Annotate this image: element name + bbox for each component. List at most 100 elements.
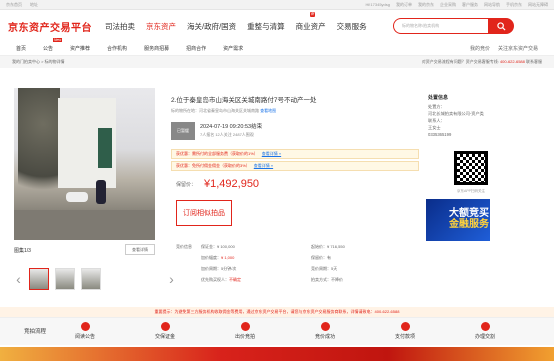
document-icon xyxy=(80,322,90,331)
site-logo[interactable]: 京东资产交易平台 xyxy=(8,19,92,34)
thumbnail[interactable] xyxy=(81,268,101,290)
nav-trade-services[interactable]: 交易服务 xyxy=(337,21,367,32)
site-nav-link[interactable]: 网站导航 xyxy=(484,2,500,8)
my-jd-link[interactable]: 我的京东 xyxy=(418,2,434,8)
process-step-label: 竞价成功 xyxy=(314,334,335,340)
mobile-jd-link[interactable]: 手机京东 xyxy=(506,2,522,8)
promo-notice-2-text: 获优惠：免所付佣金佣金（获取价的3%） xyxy=(176,163,250,168)
new-tag: New xyxy=(53,38,63,42)
process-step-label: 阅读公告 xyxy=(74,334,95,340)
detail-field: 起始价：¥ 716,550 xyxy=(311,244,421,250)
photo-person xyxy=(96,180,106,204)
process-step-label: 出价竞拍 xyxy=(234,334,255,340)
new-badge: 新 xyxy=(309,11,316,17)
seller-contact-label: 联系人： xyxy=(428,117,445,123)
process-step-read: 阅读公告 xyxy=(60,322,110,340)
subnav-recruit[interactable]: 服务商招募 xyxy=(144,45,169,52)
view-details-button[interactable]: 查看详情 xyxy=(125,244,155,255)
breadcrumb-path[interactable]: 我的门拍卖中心 > 标的物详情 xyxy=(12,59,65,65)
gallery-counter: 图集1/3 xyxy=(14,248,31,254)
promo-notice-2-link[interactable]: 查看详情 » xyxy=(254,163,273,169)
subnav-home[interactable]: 首页 xyxy=(16,45,26,52)
search-input[interactable]: 标的物名称/拍卖机构 xyxy=(393,18,488,34)
process-step-win: 竞价成功 xyxy=(300,322,350,340)
detail-key: 保留价： xyxy=(311,255,327,260)
follow-dropdown[interactable]: 关注京东资产交易 xyxy=(498,45,538,52)
process-step-pay: 支付款项 xyxy=(380,322,430,340)
detail-field: 拍卖方式：不降价 xyxy=(311,277,421,283)
detail-value: 有 xyxy=(327,255,331,260)
process-step-deposit: 交保证金 xyxy=(140,322,190,340)
my-orders-link[interactable]: 我的订单 xyxy=(396,2,412,8)
nav-commercial-label: 商业资产 xyxy=(295,21,326,31)
finance-banner[interactable]: 大额竞买 金融服务 xyxy=(426,199,490,241)
search-button[interactable] xyxy=(488,18,514,34)
detail-value: 5分钟/次 xyxy=(221,266,237,271)
item-address-text: 标的物所在地：河北省秦皇岛市山海关区关城南路 xyxy=(171,108,259,113)
detail-value: 不确定 xyxy=(229,277,241,282)
item-main-photo[interactable] xyxy=(14,88,155,240)
subnav-recommend[interactable]: 资产推荐 xyxy=(70,45,90,52)
thumbnail[interactable] xyxy=(55,268,75,290)
end-time: 2024-07-19 09:20:53结束 xyxy=(200,124,263,130)
photo-sack xyxy=(66,192,88,202)
subnav-partners[interactable]: 合作机构 xyxy=(107,45,127,52)
seller-org[interactable]: 河北长城拍卖有限公司-资产类 xyxy=(428,110,488,117)
subnav-announcements-label: 公告 xyxy=(43,46,54,52)
nav-restructuring[interactable]: 重整与清算 xyxy=(247,21,285,32)
detail-value: ¥ 1,000 xyxy=(221,255,235,260)
price-label: 保留价： xyxy=(176,182,197,188)
hotline-info: 对资产交易流程有问题？资产交易客服专线: 400-622-6588 联系客服 xyxy=(422,59,542,65)
seller-phone: 0335365199 xyxy=(428,132,452,138)
item-address: 标的物所在地：河北省秦皇岛市山海关区关城南路 查看地图 xyxy=(171,108,276,114)
nav-customs-gov[interactable]: 海关/政府/国资 xyxy=(187,21,236,32)
subscribe-similar-button[interactable]: 订阅相似拍品 xyxy=(176,200,232,226)
handover-icon xyxy=(480,322,490,331)
chevron-left-icon[interactable]: ‹ xyxy=(14,271,23,287)
qr-caption: 京东APP扫码关注 xyxy=(456,189,485,193)
promo-notice-2: 获优惠：免所付佣金佣金（获取价的3%） 查看详情 » xyxy=(171,161,419,171)
detail-key: 起始价： xyxy=(311,244,327,249)
trophy-icon xyxy=(320,322,330,331)
my-bids-dropdown[interactable]: 我的竞价 xyxy=(470,45,490,52)
payment-icon xyxy=(400,322,410,331)
detail-field: 优先购买权人：不确定 xyxy=(201,277,311,283)
enterprise-link[interactable]: 企业采购 xyxy=(440,2,456,8)
seller-title: 处置信息 xyxy=(428,95,449,101)
chevron-right-icon[interactable]: › xyxy=(167,271,176,287)
seller-org-label: 处置方： xyxy=(428,103,445,109)
hotline-number: 400-622-6588 xyxy=(499,59,525,64)
promo-notice-1: 获优惠：需所付的全部服务费（获取价的1%） 查看详情 » xyxy=(171,149,419,159)
nav-jd-assets[interactable]: 京东资产 xyxy=(146,21,176,32)
customer-service-link[interactable]: 客户服务 xyxy=(462,2,478,8)
detail-key: 拍卖方式： xyxy=(311,277,331,282)
subnav-announcements[interactable]: 公告 New xyxy=(43,38,63,52)
promo-notice-1-link[interactable]: 查看详情 » xyxy=(262,151,281,157)
accessibility-link[interactable]: 网站无障碍 xyxy=(528,2,548,8)
photo-ground xyxy=(14,210,155,240)
subnav-cooperation[interactable]: 招商合作 xyxy=(186,45,206,52)
promo-banner-strip[interactable] xyxy=(0,347,554,361)
seller-contact: 王女士 xyxy=(428,124,441,130)
price-value: ¥1,492,950 xyxy=(204,178,260,190)
process-step-bid: 出价竞拍 xyxy=(220,322,270,340)
location-link[interactable]: 地址 xyxy=(30,2,38,8)
top-utility-bar: 京东首页 地址 Hi!17345ydsg 我的订单 我的京东 企业采购 客户服务… xyxy=(0,0,554,10)
item-title: 2.位于秦皇岛市山海关区关城南路付7号不动产一处 xyxy=(171,97,317,104)
detail-value: 5天 xyxy=(331,266,338,271)
contact-service-link[interactable]: 联系客服 xyxy=(526,59,542,64)
nav-judicial-auction[interactable]: 司法拍卖 xyxy=(105,21,135,32)
detail-key: 加价幅度： xyxy=(201,255,221,260)
thumbnail[interactable] xyxy=(29,268,49,290)
view-map-link[interactable]: 查看地图 xyxy=(260,108,276,113)
subnav-demand[interactable]: 资产需求 xyxy=(223,45,243,52)
user-greeting[interactable]: Hi!17345ydsg xyxy=(366,2,390,8)
detail-value: 不降价 xyxy=(331,277,343,282)
photo-tree xyxy=(18,88,60,208)
detail-key: 竞价周期： xyxy=(311,266,331,271)
item-stats: 7人报名 12人关注 2487人围观 xyxy=(200,132,254,137)
warning-bar: 重要提示：为避免第三方服务机构收取佣金等费用，通过京东资产交易平台，请您与京东资… xyxy=(0,307,554,317)
jd-home-link[interactable]: 京东首页 xyxy=(6,2,22,8)
nav-commercial-assets[interactable]: 商业资产新 xyxy=(295,11,326,32)
detail-key: 优先购买权人： xyxy=(201,277,229,282)
